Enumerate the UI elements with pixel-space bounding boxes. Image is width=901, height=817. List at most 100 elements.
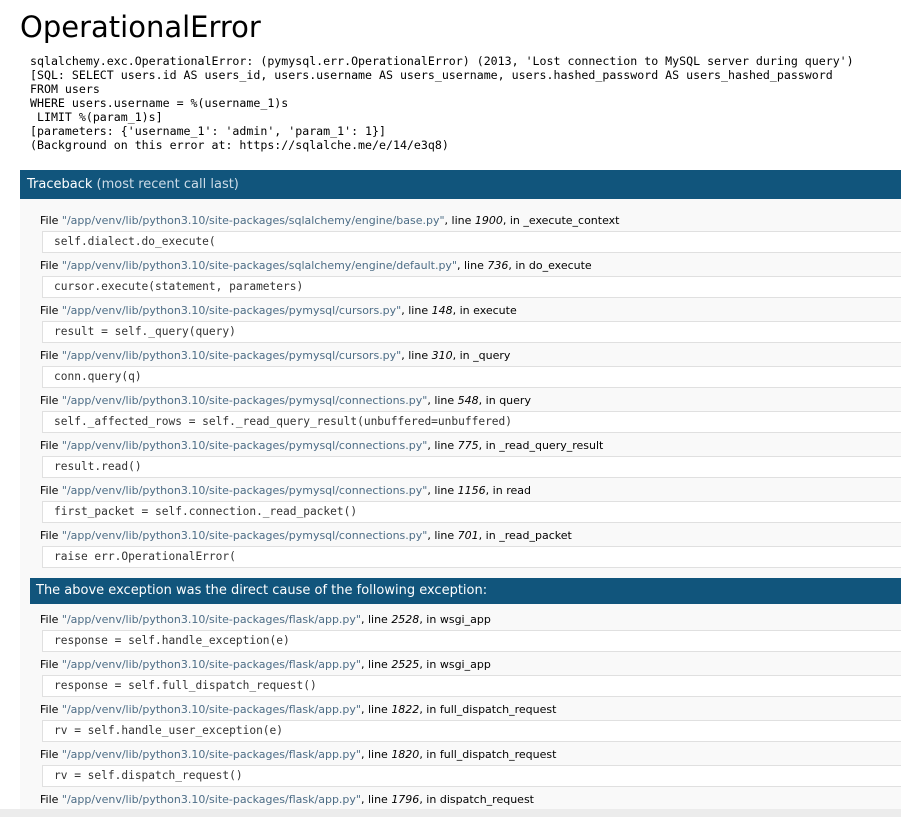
frame-function: query — [499, 394, 531, 407]
traceback-frame: File "/app/venv/lib/python3.10/site-pack… — [40, 301, 901, 346]
file-prefix: File — [40, 259, 62, 272]
frame-source-code[interactable]: self._affected_rows = self._read_query_r… — [42, 411, 901, 433]
error-line: [parameters: {'username_1': 'admin', 'pa… — [30, 124, 386, 138]
frame-filename[interactable]: "/app/venv/lib/python3.10/site-packages/… — [62, 748, 361, 761]
file-prefix: File — [40, 484, 62, 497]
line-prefix: , line — [427, 529, 458, 542]
frame-function: full_dispatch_request — [439, 748, 557, 761]
frame-lineno: 1796 — [391, 793, 420, 806]
line-prefix: , line — [401, 349, 432, 362]
frame-function: do_execute — [528, 259, 592, 272]
frame-source-code[interactable]: cursor.execute(statement, parameters) — [42, 276, 901, 298]
frame-location: File "/app/venv/lib/python3.10/site-pack… — [40, 256, 901, 276]
frame-lineno: 2528 — [391, 613, 420, 626]
frame-function: wsgi_app — [439, 658, 491, 671]
frame-source-code[interactable]: result = self._query(query) — [42, 321, 901, 343]
frame-source-code[interactable]: conn.query(q) — [42, 366, 901, 388]
in-prefix: , in — [452, 349, 474, 362]
frame-lineno: 736 — [487, 259, 509, 272]
line-prefix: , line — [427, 484, 458, 497]
file-prefix: File — [40, 748, 62, 761]
line-prefix: , line — [427, 394, 458, 407]
frame-function: _read_packet — [499, 529, 572, 542]
file-prefix: File — [40, 439, 62, 452]
frame-source-code[interactable]: first_packet = self.connection._read_pac… — [42, 501, 901, 523]
file-prefix: File — [40, 304, 62, 317]
frame-function: full_dispatch_request — [439, 703, 557, 716]
frame-filename[interactable]: "/app/venv/lib/python3.10/site-packages/… — [62, 259, 457, 272]
frame-filename[interactable]: "/app/venv/lib/python3.10/site-packages/… — [62, 349, 401, 362]
frame-location: File "/app/venv/lib/python3.10/site-pack… — [40, 700, 901, 720]
frame-location: File "/app/venv/lib/python3.10/site-pack… — [40, 481, 901, 501]
frame-source-code[interactable]: rv = self.dispatch_request() — [42, 765, 901, 787]
frame-location: File "/app/venv/lib/python3.10/site-pack… — [40, 610, 901, 630]
frame-source-code[interactable]: self.dialect.do_execute( — [42, 231, 901, 253]
frame-location: File "/app/venv/lib/python3.10/site-pack… — [40, 745, 901, 765]
traceback-frame: File "/app/venv/lib/python3.10/site-pack… — [40, 391, 901, 436]
frame-filename[interactable]: "/app/venv/lib/python3.10/site-packages/… — [62, 394, 427, 407]
line-prefix: , line — [457, 259, 488, 272]
cause-header: The above exception was the direct cause… — [30, 578, 901, 604]
traceback-frame: File "/app/venv/lib/python3.10/site-pack… — [40, 610, 901, 655]
file-prefix: File — [40, 658, 62, 671]
frame-filename[interactable]: "/app/venv/lib/python3.10/site-packages/… — [62, 304, 401, 317]
frame-function: wsgi_app — [439, 613, 491, 626]
line-prefix: , line — [401, 304, 432, 317]
line-prefix: , line — [360, 658, 392, 671]
error-message: sqlalchemy.exc.OperationalError: (pymysq… — [30, 54, 854, 152]
error-line: FROM users — [30, 82, 100, 96]
frame-list-cause: File "/app/venv/lib/python3.10/site-pack… — [40, 610, 901, 817]
in-prefix: , in — [502, 214, 524, 227]
frame-source-code[interactable]: response = self.full_dispatch_request() — [42, 675, 901, 697]
traceback-frame: File "/app/venv/lib/python3.10/site-pack… — [40, 211, 901, 256]
frame-location: File "/app/venv/lib/python3.10/site-pack… — [40, 301, 901, 321]
frame-lineno: 1900 — [474, 214, 503, 227]
traceback-frame: File "/app/venv/lib/python3.10/site-pack… — [40, 526, 901, 571]
in-prefix: , in — [419, 793, 440, 806]
file-prefix: File — [40, 394, 62, 407]
traceback-body: File "/app/venv/lib/python3.10/site-pack… — [20, 199, 901, 817]
frame-filename[interactable]: "/app/venv/lib/python3.10/site-packages/… — [62, 214, 445, 227]
frame-location: File "/app/venv/lib/python3.10/site-pack… — [40, 391, 901, 411]
frame-filename[interactable]: "/app/venv/lib/python3.10/site-packages/… — [62, 793, 361, 806]
in-prefix: , in — [419, 703, 440, 716]
line-prefix: , line — [444, 214, 475, 227]
error-line: LIMIT %(param_1)s] — [30, 110, 163, 124]
file-prefix: File — [40, 214, 62, 227]
line-prefix: , line — [360, 793, 392, 806]
horizontal-scrollbar[interactable] — [0, 809, 901, 817]
frame-filename[interactable]: "/app/venv/lib/python3.10/site-packages/… — [62, 658, 361, 671]
frame-source-code[interactable]: raise err.OperationalError( — [42, 546, 901, 568]
in-prefix: , in — [419, 748, 440, 761]
line-prefix: , line — [360, 703, 392, 716]
frame-function: _read_query_result — [499, 439, 604, 452]
frame-filename[interactable]: "/app/venv/lib/python3.10/site-packages/… — [62, 439, 427, 452]
frame-function: _execute_context — [523, 214, 620, 227]
traceback-header: Traceback (most recent call last) — [20, 170, 901, 199]
frame-lineno: 548 — [457, 394, 479, 407]
frame-function: execute — [473, 304, 517, 317]
traceback-frame: File "/app/venv/lib/python3.10/site-pack… — [40, 655, 901, 700]
frame-location: File "/app/venv/lib/python3.10/site-pack… — [40, 211, 901, 231]
error-line: [SQL: SELECT users.id AS users_id, users… — [30, 68, 833, 82]
in-prefix: , in — [419, 658, 440, 671]
frame-source-code[interactable]: rv = self.handle_user_exception(e) — [42, 720, 901, 742]
line-prefix: , line — [360, 613, 392, 626]
frame-filename[interactable]: "/app/venv/lib/python3.10/site-packages/… — [62, 484, 427, 497]
frame-lineno: 701 — [457, 529, 479, 542]
frame-source-code[interactable]: response = self.handle_exception(e) — [42, 630, 901, 652]
frame-function: dispatch_request — [439, 793, 534, 806]
frame-filename[interactable]: "/app/venv/lib/python3.10/site-packages/… — [62, 529, 427, 542]
in-prefix: , in — [478, 529, 500, 542]
traceback-subtitle: (most recent call last) — [96, 177, 239, 192]
in-prefix: , in — [478, 439, 500, 452]
frame-source-code[interactable]: result.read() — [42, 456, 901, 478]
frame-lineno: 2525 — [391, 658, 420, 671]
frame-filename[interactable]: "/app/venv/lib/python3.10/site-packages/… — [62, 703, 361, 716]
frame-lineno: 1820 — [391, 748, 420, 761]
file-prefix: File — [40, 613, 62, 626]
traceback-frame: File "/app/venv/lib/python3.10/site-pack… — [40, 436, 901, 481]
frame-function: _query — [473, 349, 511, 362]
frame-filename[interactable]: "/app/venv/lib/python3.10/site-packages/… — [62, 613, 361, 626]
error-line: (Background on this error at: https://sq… — [30, 138, 449, 152]
